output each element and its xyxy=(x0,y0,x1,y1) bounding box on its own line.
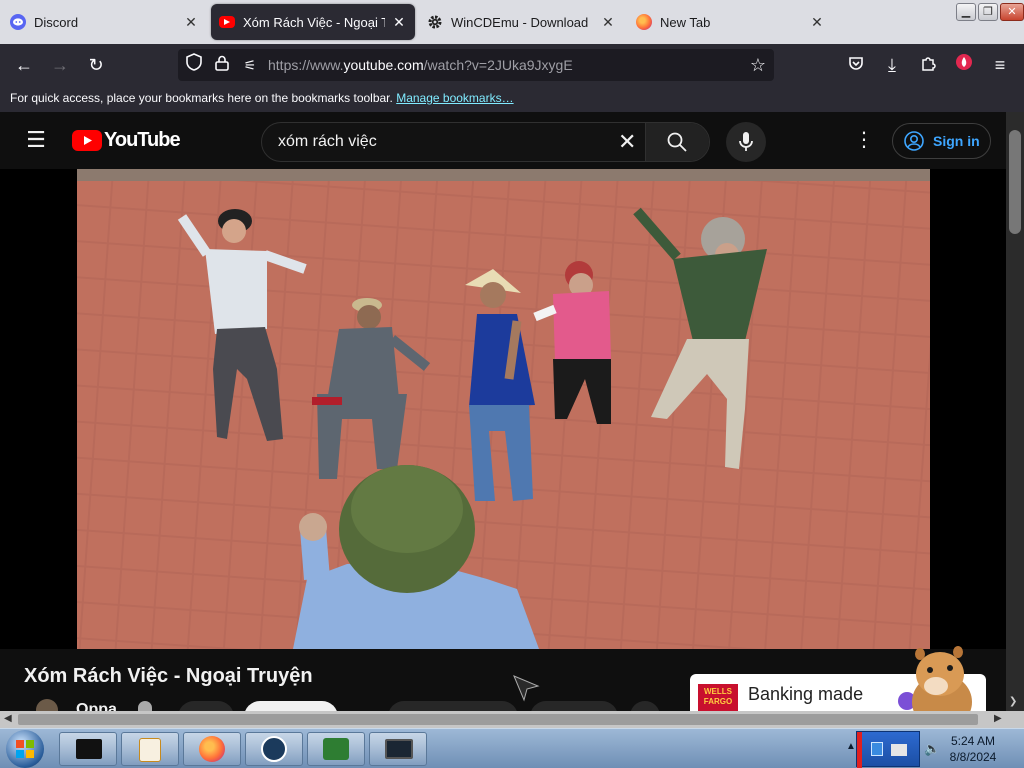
tab-title: WinCDEmu - Download xyxy=(451,14,589,30)
scrollbar-thumb[interactable] xyxy=(1009,130,1021,234)
youtube-play-icon xyxy=(72,130,102,151)
steam-icon xyxy=(261,736,287,762)
taskbar: ▲ 🔈 5:24 AM 8/8/2024 xyxy=(0,728,1024,768)
clock-time: 5:24 AM xyxy=(950,734,996,748)
reload-button[interactable]: ↻ xyxy=(84,53,108,77)
horizontal-scrollbar[interactable]: ◀ ▶ xyxy=(0,711,1024,728)
monitor-icon xyxy=(385,739,413,759)
firefox-icon xyxy=(199,736,225,762)
tab-discord[interactable]: Discord ✕ xyxy=(2,4,207,40)
youtube-logo[interactable]: YouTube xyxy=(72,129,181,152)
url-text: https://www.youtube.com/watch?v=2JUka9Jx… xyxy=(268,57,573,73)
media-player-icon xyxy=(139,738,161,762)
taskbar-app-terminal[interactable] xyxy=(59,732,117,766)
wells-fargo-logo: WELLS FARGO xyxy=(698,684,738,714)
vertical-scrollbar[interactable]: ❯ xyxy=(1006,112,1024,711)
tray-highlight xyxy=(857,732,862,768)
tray-area[interactable] xyxy=(856,731,920,768)
bookmark-star-icon[interactable]: ☆ xyxy=(746,53,770,77)
discord-icon xyxy=(10,14,26,30)
tab-title: Discord xyxy=(34,14,79,30)
tray-app-icon xyxy=(871,742,883,756)
youtube-header: ☰ YouTube xóm rách việc ✕ ⋮ Sign in xyxy=(0,112,1006,169)
show-hidden-icons[interactable]: ▲ xyxy=(846,741,856,752)
close-tab-icon[interactable]: ✕ xyxy=(809,14,825,31)
terminal-icon xyxy=(76,739,102,759)
extensions-icon[interactable] xyxy=(916,53,940,77)
taskbar-app-media-player[interactable] xyxy=(121,732,179,766)
video-title: Xóm Rách Việc - Ngoại Truyện xyxy=(24,665,313,687)
close-tab-icon[interactable]: ✕ xyxy=(183,14,199,31)
volume-icon[interactable]: 🔈 xyxy=(924,741,940,757)
search-icon xyxy=(667,132,687,152)
close-tab-icon[interactable]: ✕ xyxy=(391,14,407,31)
gear-icon xyxy=(427,14,443,30)
verified-badge-icon xyxy=(138,701,152,711)
account-circle-icon xyxy=(904,131,924,151)
taskbar-app-monitor[interactable] xyxy=(369,732,427,766)
downloads-icon[interactable]: ⤓ xyxy=(880,53,904,77)
manage-bookmarks-link[interactable]: Manage bookmarks… xyxy=(396,91,513,105)
network-icon xyxy=(891,744,907,756)
close-window-button[interactable]: ✕ xyxy=(1000,3,1024,21)
ad-headline: Banking made xyxy=(748,684,864,704)
search-button[interactable] xyxy=(645,123,709,161)
scroll-left-icon[interactable]: ◀ xyxy=(4,713,12,724)
tab-title: Xóm Rách Việc - Ngoại Truyện xyxy=(243,14,385,30)
guide-menu-icon[interactable]: ☰ xyxy=(24,128,48,152)
search-input[interactable]: xóm rách việc xyxy=(278,133,377,151)
download-manager-icon xyxy=(323,738,349,760)
microphone-icon xyxy=(739,132,753,151)
video-frame xyxy=(77,169,930,649)
back-button[interactable]: ← xyxy=(12,53,36,77)
bookmarks-message: For quick access, place your bookmarks h… xyxy=(10,91,393,105)
search-box[interactable]: xóm rách việc ✕ xyxy=(261,122,710,162)
start-button[interactable] xyxy=(6,730,44,768)
scroll-down-icon[interactable]: ❯ xyxy=(1009,696,1017,707)
menu-icon[interactable]: ≡ xyxy=(988,53,1012,77)
firefox-icon xyxy=(636,14,652,30)
clear-search-icon[interactable]: ✕ xyxy=(618,129,636,155)
taskbar-app-download-manager[interactable] xyxy=(307,732,365,766)
channel-avatar[interactable] xyxy=(36,699,58,711)
close-tab-icon[interactable]: ✕ xyxy=(600,14,616,31)
tab-youtube[interactable]: Xóm Rách Việc - Ngoại Truyện ✕ xyxy=(211,4,415,40)
minimize-button[interactable]: ▁ xyxy=(956,3,976,21)
system-clock[interactable]: 5:24 AM 8/8/2024 xyxy=(940,733,1006,765)
scrollbar-thumb[interactable] xyxy=(18,714,978,725)
permissions-icon[interactable]: ⚟ xyxy=(238,53,262,77)
scroll-right-icon[interactable]: ▶ xyxy=(994,713,1002,724)
lock-icon[interactable] xyxy=(210,53,234,77)
tab-wincdemu[interactable]: WinCDEmu - Download ✕ xyxy=(419,4,624,40)
address-bar[interactable]: ⚟ https://www.youtube.com/watch?v=2JUka9… xyxy=(178,49,774,81)
youtube-icon xyxy=(219,16,235,28)
maximize-button[interactable]: ❐ xyxy=(978,3,998,21)
tracking-protection-icon[interactable] xyxy=(182,53,206,77)
pocket-icon[interactable] xyxy=(844,53,868,77)
voice-search-button[interactable] xyxy=(726,122,766,162)
taskbar-app-firefox[interactable] xyxy=(183,732,241,766)
clock-date: 8/8/2024 xyxy=(949,750,997,764)
browser-tab-strip: Discord ✕ Xóm Rách Việc - Ngoại Truyện ✕… xyxy=(0,0,1024,44)
windows-logo-icon xyxy=(16,740,34,758)
account-icon[interactable] xyxy=(952,53,976,77)
settings-more-icon[interactable]: ⋮ xyxy=(852,128,876,152)
tab-new-tab[interactable]: New Tab ✕ xyxy=(628,4,833,40)
mouse-cursor-icon xyxy=(513,675,540,702)
navigation-toolbar: ← → ↻ ⚟ https://www.youtube.com/watch?v=… xyxy=(0,44,1024,86)
video-player[interactable] xyxy=(77,169,930,649)
taskbar-app-steam[interactable] xyxy=(245,732,303,766)
forward-button[interactable]: → xyxy=(48,53,72,77)
tab-title: New Tab xyxy=(660,14,711,30)
sign-in-button[interactable]: Sign in xyxy=(892,123,991,159)
bookmarks-toolbar: For quick access, place your bookmarks h… xyxy=(0,86,1024,112)
